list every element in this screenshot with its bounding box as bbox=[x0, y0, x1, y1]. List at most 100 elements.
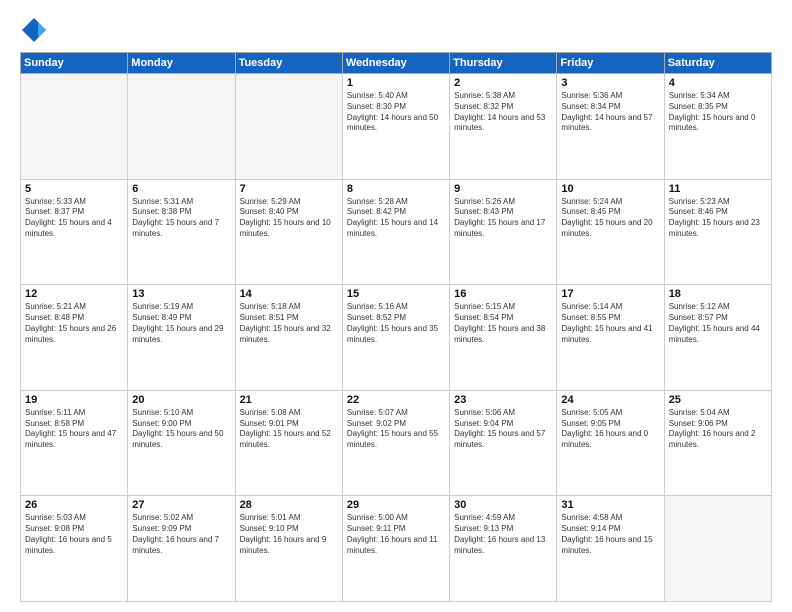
calendar-cell: 22Sunrise: 5:07 AMSunset: 9:02 PMDayligh… bbox=[342, 390, 449, 496]
day-number: 18 bbox=[669, 288, 767, 300]
day-number: 7 bbox=[240, 183, 338, 195]
day-info: Sunrise: 5:40 AMSunset: 8:30 PMDaylight:… bbox=[347, 91, 445, 134]
calendar-cell: 16 Sunrise: 5:15 AMSunset: 8:54 PMDayligh… bbox=[450, 285, 557, 391]
week-row-4: 19Sunrise: 5:11 AMSunset: 8:58 PMDayligh… bbox=[21, 390, 772, 496]
logo-icon bbox=[20, 16, 48, 44]
day-info: Sunrise: 5:08 AMSunset: 9:01 PMDaylight:… bbox=[240, 408, 338, 451]
day-info: Sunrise: 5:06 AMSunset: 9:04 PMDaylight:… bbox=[454, 408, 552, 451]
day-number: 29 bbox=[347, 499, 445, 511]
day-info: Sunrise: 5:23 AMSunset: 8:46 PMDaylight:… bbox=[669, 197, 767, 240]
calendar: SundayMondayTuesdayWednesdayThursdayFrid… bbox=[20, 52, 772, 602]
day-number: 23 bbox=[454, 394, 552, 406]
day-number: 27 bbox=[132, 499, 230, 511]
calendar-cell bbox=[664, 496, 771, 602]
calendar-cell: 12Sunrise: 5:21 AMSunset: 8:48 PMDayligh… bbox=[21, 285, 128, 391]
day-number: 21 bbox=[240, 394, 338, 406]
calendar-cell: 21 Sunrise: 5:08 AMSunset: 9:01 PMDayligh… bbox=[235, 390, 342, 496]
calendar-cell: 3 Sunrise: 5:36 AMSunset: 8:34 PMDaylight… bbox=[557, 74, 664, 180]
day-info: Sunrise: 5:16 AMSunset: 8:52 PMDaylight:… bbox=[347, 302, 445, 345]
calendar-cell: 7 Sunrise: 5:29 AMSunset: 8:40 PMDaylight… bbox=[235, 179, 342, 285]
day-number: 12 bbox=[25, 288, 123, 300]
header bbox=[20, 16, 772, 44]
calendar-cell: 10 Sunrise: 5:24 AMSunset: 8:45 PMDayligh… bbox=[557, 179, 664, 285]
calendar-cell: 27Sunrise: 5:02 AMSunset: 9:09 PMDayligh… bbox=[128, 496, 235, 602]
day-number: 16 bbox=[454, 288, 552, 300]
col-header-sunday: Sunday bbox=[21, 53, 128, 74]
calendar-cell: 8Sunrise: 5:28 AMSunset: 8:42 PMDaylight… bbox=[342, 179, 449, 285]
day-info: Sunrise: 5:14 AMSunset: 8:55 PMDaylight:… bbox=[561, 302, 659, 345]
day-number: 3 bbox=[561, 77, 659, 89]
day-number: 14 bbox=[240, 288, 338, 300]
day-number: 19 bbox=[25, 394, 123, 406]
day-info: Sunrise: 5:28 AMSunset: 8:42 PMDaylight:… bbox=[347, 197, 445, 240]
day-info: Sunrise: 4:59 AMSunset: 9:13 PMDaylight:… bbox=[454, 513, 552, 556]
day-number: 15 bbox=[347, 288, 445, 300]
calendar-cell: 26 Sunrise: 5:03 AMSunset: 9:08 PMDayligh… bbox=[21, 496, 128, 602]
col-header-saturday: Saturday bbox=[664, 53, 771, 74]
calendar-cell: 6 Sunrise: 5:31 AMSunset: 8:38 PMDaylight… bbox=[128, 179, 235, 285]
day-number: 24 bbox=[561, 394, 659, 406]
calendar-cell: 28 Sunrise: 5:01 AMSunset: 9:10 PMDayligh… bbox=[235, 496, 342, 602]
day-info: Sunrise: 5:38 AMSunset: 8:32 PMDaylight:… bbox=[454, 91, 552, 134]
day-info: Sunrise: 5:12 AMSunset: 8:57 PMDaylight:… bbox=[669, 302, 767, 345]
day-info: Sunrise: 5:29 AMSunset: 8:40 PMDaylight:… bbox=[240, 197, 338, 240]
calendar-cell: 31Sunrise: 4:58 AMSunset: 9:14 PMDayligh… bbox=[557, 496, 664, 602]
day-info: Sunrise: 5:10 AMSunset: 9:00 PMDaylight:… bbox=[132, 408, 230, 451]
col-header-monday: Monday bbox=[128, 53, 235, 74]
day-info: Sunrise: 5:36 AMSunset: 8:34 PMDaylight:… bbox=[561, 91, 659, 134]
day-info: Sunrise: 5:05 AMSunset: 9:05 PMDaylight:… bbox=[561, 408, 659, 451]
day-info: Sunrise: 4:58 AMSunset: 9:14 PMDaylight:… bbox=[561, 513, 659, 556]
calendar-cell: 23 Sunrise: 5:06 AMSunset: 9:04 PMDayligh… bbox=[450, 390, 557, 496]
week-row-3: 12Sunrise: 5:21 AMSunset: 8:48 PMDayligh… bbox=[21, 285, 772, 391]
week-row-1: 1Sunrise: 5:40 AMSunset: 8:30 PMDaylight… bbox=[21, 74, 772, 180]
calendar-cell bbox=[21, 74, 128, 180]
calendar-cell: 14 Sunrise: 5:18 AMSunset: 8:51 PMDayligh… bbox=[235, 285, 342, 391]
day-info: Sunrise: 5:00 AMSunset: 9:11 PMDaylight:… bbox=[347, 513, 445, 556]
day-info: Sunrise: 5:18 AMSunset: 8:51 PMDaylight:… bbox=[240, 302, 338, 345]
day-number: 2 bbox=[454, 77, 552, 89]
calendar-cell: 11Sunrise: 5:23 AMSunset: 8:46 PMDayligh… bbox=[664, 179, 771, 285]
day-number: 25 bbox=[669, 394, 767, 406]
day-info: Sunrise: 5:07 AMSunset: 9:02 PMDaylight:… bbox=[347, 408, 445, 451]
calendar-header-row: SundayMondayTuesdayWednesdayThursdayFrid… bbox=[21, 53, 772, 74]
calendar-cell bbox=[235, 74, 342, 180]
col-header-wednesday: Wednesday bbox=[342, 53, 449, 74]
calendar-cell: 4 Sunrise: 5:34 AMSunset: 8:35 PMDaylight… bbox=[664, 74, 771, 180]
col-header-friday: Friday bbox=[557, 53, 664, 74]
day-info: Sunrise: 5:19 AMSunset: 8:49 PMDaylight:… bbox=[132, 302, 230, 345]
calendar-cell: 24 Sunrise: 5:05 AMSunset: 9:05 PMDayligh… bbox=[557, 390, 664, 496]
day-number: 30 bbox=[454, 499, 552, 511]
day-info: Sunrise: 5:24 AMSunset: 8:45 PMDaylight:… bbox=[561, 197, 659, 240]
day-info: Sunrise: 5:33 AMSunset: 8:37 PMDaylight:… bbox=[25, 197, 123, 240]
day-number: 4 bbox=[669, 77, 767, 89]
day-info: Sunrise: 5:15 AMSunset: 8:54 PMDaylight:… bbox=[454, 302, 552, 345]
week-row-5: 26 Sunrise: 5:03 AMSunset: 9:08 PMDayligh… bbox=[21, 496, 772, 602]
day-info: Sunrise: 5:03 AMSunset: 9:08 PMDaylight:… bbox=[25, 513, 123, 556]
day-info: Sunrise: 5:04 AMSunset: 9:06 PMDaylight:… bbox=[669, 408, 767, 451]
calendar-cell: 19Sunrise: 5:11 AMSunset: 8:58 PMDayligh… bbox=[21, 390, 128, 496]
logo bbox=[20, 16, 52, 44]
page: SundayMondayTuesdayWednesdayThursdayFrid… bbox=[0, 0, 792, 612]
day-info: Sunrise: 5:34 AMSunset: 8:35 PMDaylight:… bbox=[669, 91, 767, 134]
calendar-cell: 29 Sunrise: 5:00 AMSunset: 9:11 PMDayligh… bbox=[342, 496, 449, 602]
week-row-2: 5 Sunrise: 5:33 AMSunset: 8:37 PMDaylight… bbox=[21, 179, 772, 285]
day-info: Sunrise: 5:01 AMSunset: 9:10 PMDaylight:… bbox=[240, 513, 338, 556]
day-number: 28 bbox=[240, 499, 338, 511]
calendar-cell: 25 Sunrise: 5:04 AMSunset: 9:06 PMDayligh… bbox=[664, 390, 771, 496]
calendar-cell: 17 Sunrise: 5:14 AMSunset: 8:55 PMDayligh… bbox=[557, 285, 664, 391]
col-header-tuesday: Tuesday bbox=[235, 53, 342, 74]
day-number: 26 bbox=[25, 499, 123, 511]
calendar-cell: 20Sunrise: 5:10 AMSunset: 9:00 PMDayligh… bbox=[128, 390, 235, 496]
calendar-cell: 15 Sunrise: 5:16 AMSunset: 8:52 PMDayligh… bbox=[342, 285, 449, 391]
day-number: 9 bbox=[454, 183, 552, 195]
day-info: Sunrise: 5:26 AMSunset: 8:43 PMDaylight:… bbox=[454, 197, 552, 240]
day-number: 10 bbox=[561, 183, 659, 195]
calendar-cell: 30 Sunrise: 4:59 AMSunset: 9:13 PMDayligh… bbox=[450, 496, 557, 602]
day-number: 6 bbox=[132, 183, 230, 195]
day-number: 17 bbox=[561, 288, 659, 300]
day-info: Sunrise: 5:31 AMSunset: 8:38 PMDaylight:… bbox=[132, 197, 230, 240]
col-header-thursday: Thursday bbox=[450, 53, 557, 74]
day-number: 5 bbox=[25, 183, 123, 195]
calendar-cell bbox=[128, 74, 235, 180]
calendar-cell: 9 Sunrise: 5:26 AMSunset: 8:43 PMDaylight… bbox=[450, 179, 557, 285]
